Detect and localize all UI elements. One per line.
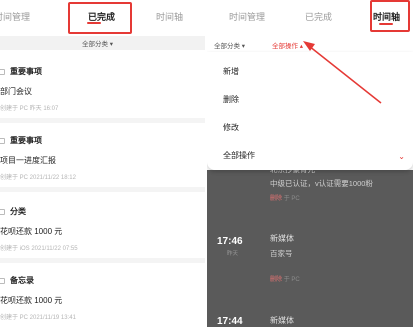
entry-text: 部门会议 — [0, 87, 32, 96]
divider — [0, 118, 205, 123]
entry-category: 备忘录 — [10, 276, 34, 285]
entry-meta: 创建于 PC 昨天 16:07 — [0, 106, 59, 112]
menu-item-edit[interactable]: 修改 — [223, 122, 239, 133]
checkbox-icon[interactable] — [0, 278, 5, 284]
entry-meta: 创建于 iOS 2021/11/22 07:55 — [0, 246, 78, 252]
timeline-line: 百家号 — [270, 249, 293, 258]
category-filter[interactable]: 全部分类 ▾ — [82, 38, 113, 48]
entry-meta: 创建于 PC 2021/11/22 18:12 — [0, 175, 76, 181]
divider — [0, 187, 205, 192]
entry-category: 重要事项 — [10, 67, 42, 76]
menu-item-all[interactable]: 全部操作 — [223, 150, 255, 161]
timeline-meta: 删除 于 PC — [270, 277, 300, 283]
timeline-day: 昨天 — [227, 251, 239, 257]
entry-text: 项目一进度汇报 — [0, 156, 56, 165]
checkbox-icon[interactable] — [0, 138, 5, 144]
completed-panel: 时间管理 已完成 时间轴 全部分类 ▾ 重要事项 部门会议 创建于 PC 昨天 … — [0, 0, 205, 327]
tab-timeline[interactable]: 时间轴 — [156, 10, 183, 23]
highlight-box — [68, 2, 132, 34]
entry-text: 花呗还款 1000 元 — [0, 296, 63, 305]
annotation-arrow-icon — [303, 41, 382, 104]
tab-bar: 时间管理 已完成 时间轴 — [0, 0, 205, 36]
filter-bar: 全部分类 ▾ — [0, 36, 205, 50]
timeline-meta: 删除 于 PC — [270, 196, 300, 202]
tab-time-management[interactable]: 时间管理 — [0, 10, 30, 23]
timeline-title: 新媒体 — [270, 316, 294, 325]
timeline-time: 17:44 — [217, 316, 243, 327]
entry-category: 重要事项 — [10, 136, 42, 145]
timeline-panel: 时间管理 已完成 时间轴 全部分类 ▾ 全部操作 ▴ 北京抄豪育元 中级已认证，… — [207, 0, 413, 327]
entry-meta: 创建于 PC 2021/11/19 13:41 — [0, 315, 76, 321]
chevron-down-icon: ⌄ — [398, 152, 405, 161]
checkbox-icon[interactable] — [0, 69, 5, 75]
timeline-time: 17:46 — [217, 236, 243, 247]
entry-text: 花呗还款 1000 元 — [0, 227, 63, 236]
entry-category: 分类 — [10, 207, 26, 216]
dimmed-overlay[interactable]: 北京抄豪育元 中级已认证，v认证需要1000粉 删除 于 PC 17:46 昨天… — [207, 165, 413, 327]
checkbox-icon[interactable] — [0, 209, 5, 215]
divider — [0, 258, 205, 263]
timeline-line: 中级已认证，v认证需要1000粉 — [270, 179, 373, 188]
timeline-title: 新媒体 — [270, 234, 294, 243]
